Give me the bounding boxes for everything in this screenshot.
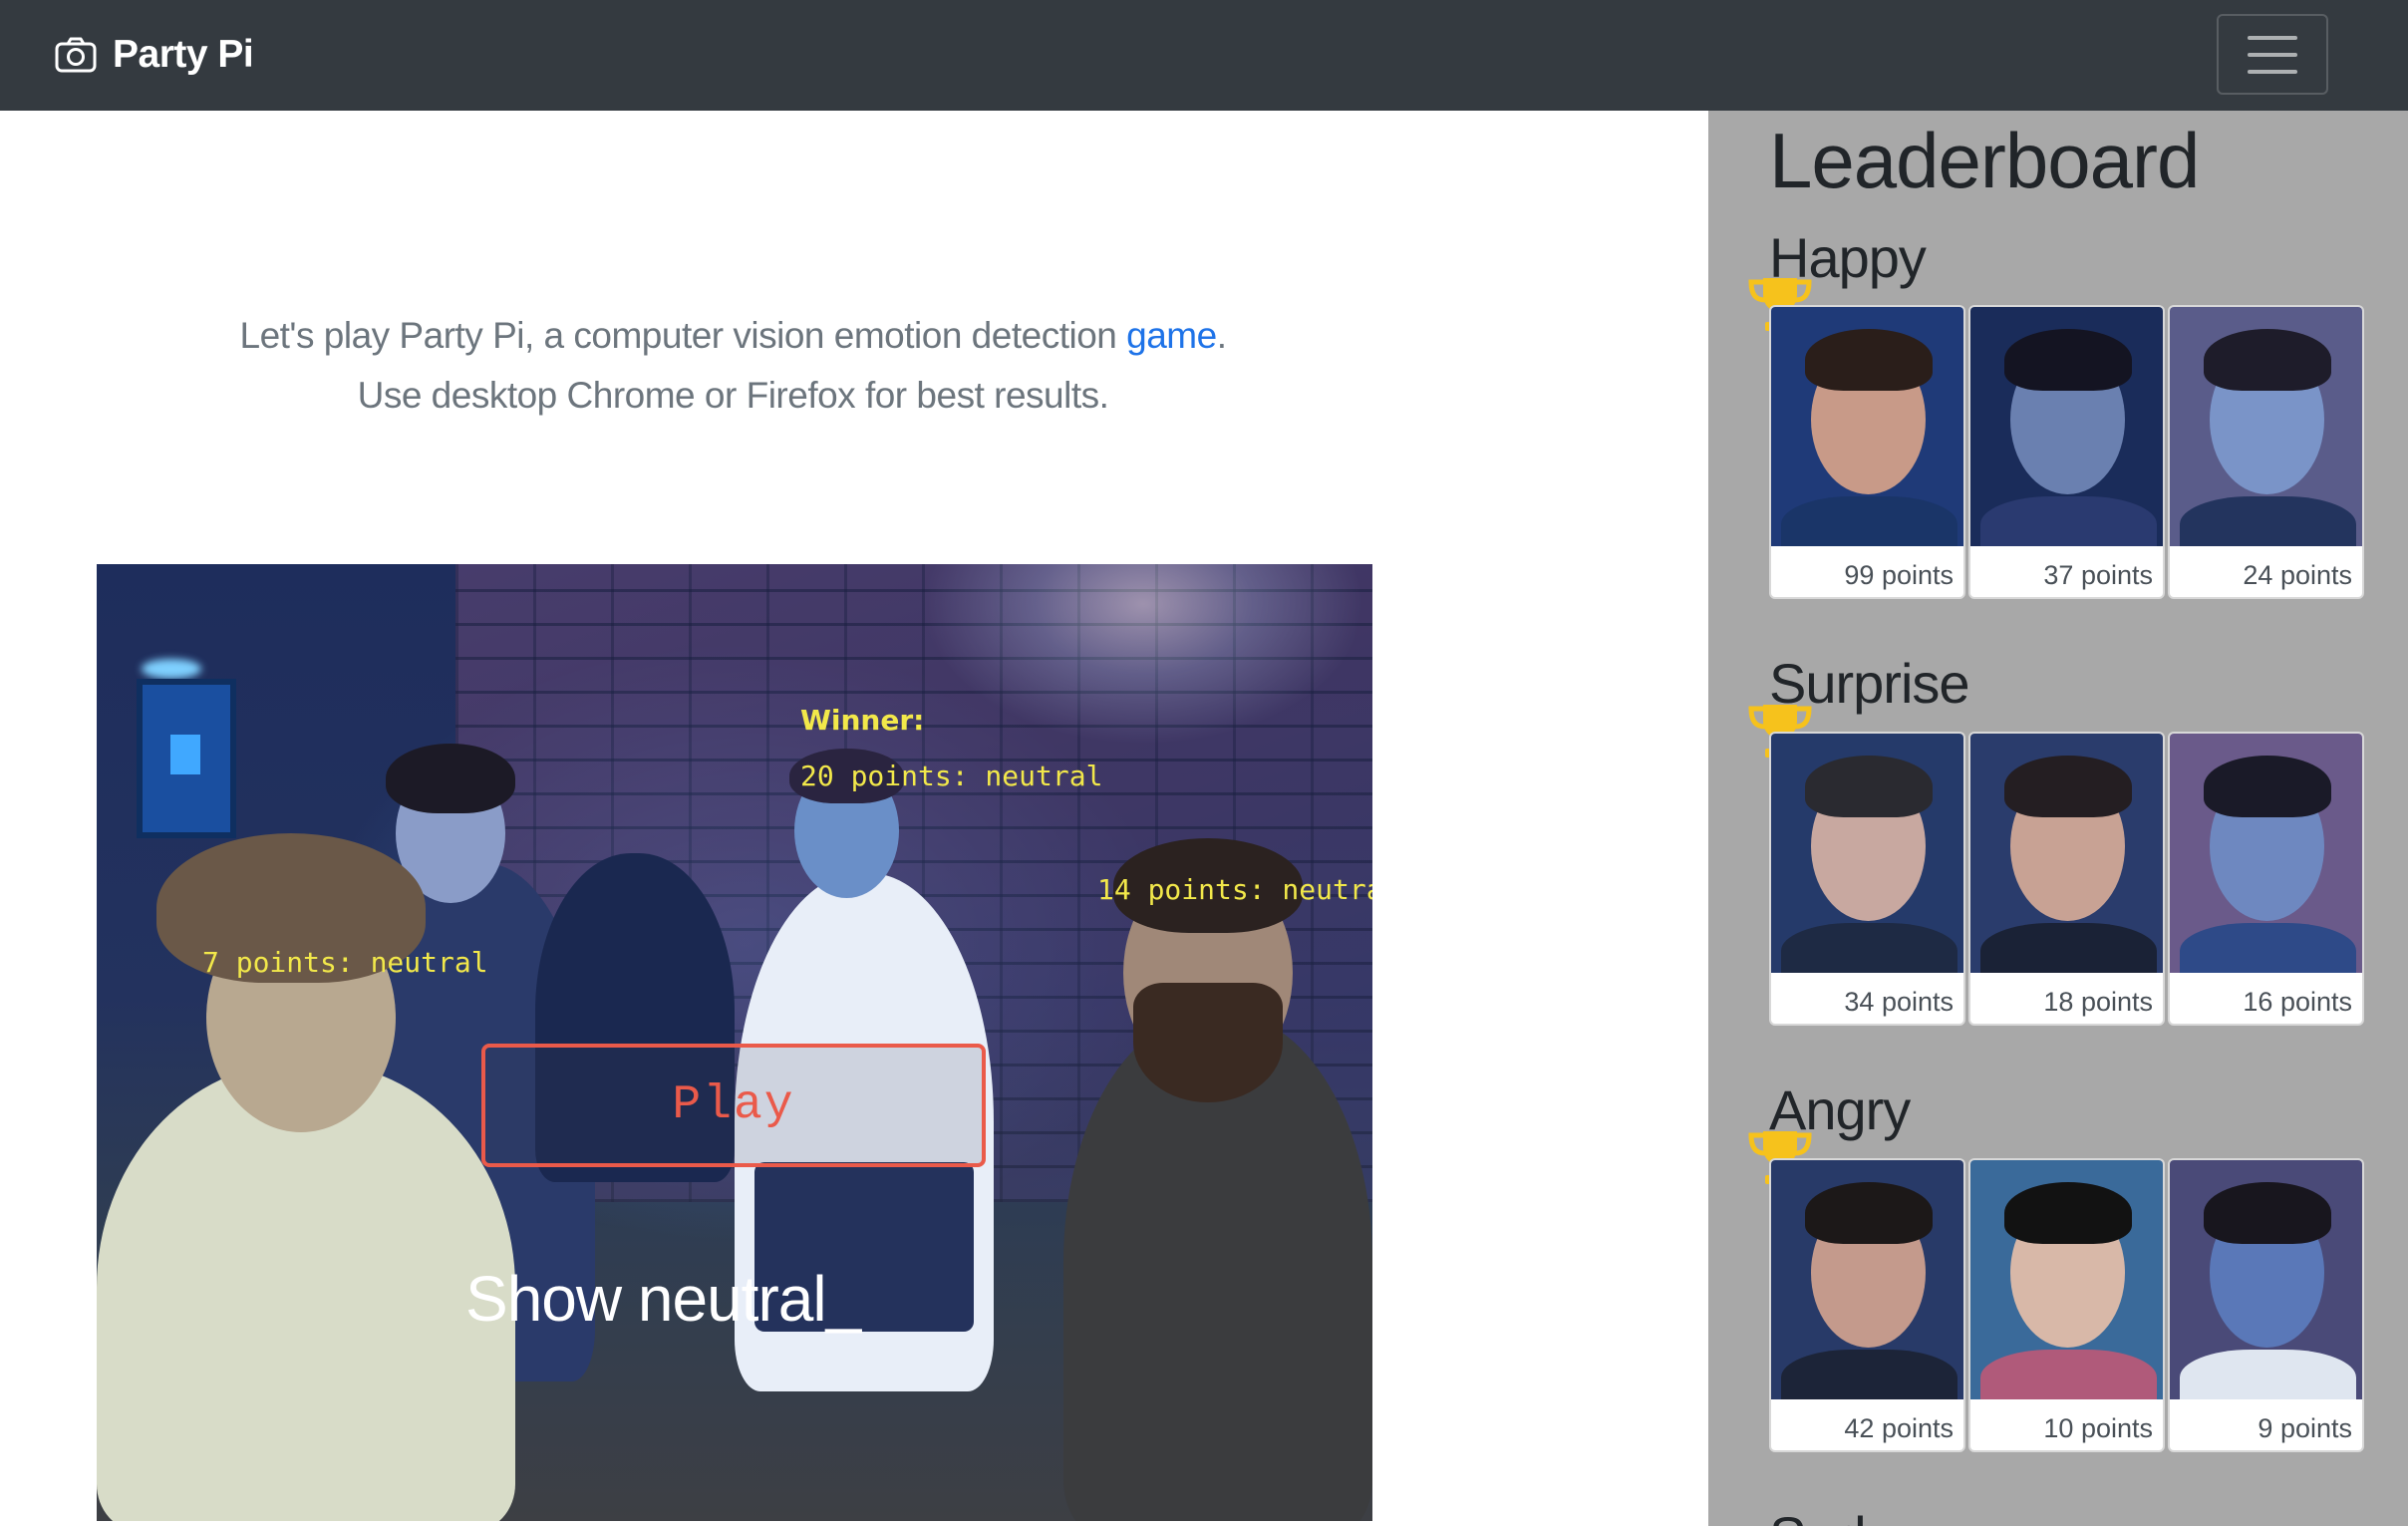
brand-link[interactable]: Party Pi	[55, 27, 254, 83]
leaderboard-card[interactable]: 42 points	[1769, 1158, 1965, 1452]
face-photo	[1771, 734, 1963, 973]
hamburger-icon	[2248, 52, 2297, 57]
leaderboard-card[interactable]: 37 points	[1968, 305, 2165, 599]
score-label-right: 14 points: neutra	[1097, 873, 1372, 906]
camera-video-feed[interactable]: Winner: 20 points: neutral 14 points: ne…	[97, 564, 1372, 1521]
shirt	[1980, 1350, 2157, 1399]
category-title-sad: Sad	[1769, 1504, 1867, 1526]
play-button[interactable]: Play	[481, 1044, 986, 1167]
leaderboard-card[interactable]: 10 points	[1968, 1158, 2165, 1452]
face-photo	[1970, 307, 2163, 546]
hair	[1805, 756, 1933, 817]
shirt	[2180, 1350, 2356, 1399]
navbar-toggler-button[interactable]	[2217, 14, 2328, 95]
hair	[2004, 329, 2132, 391]
intro-line-2: Use desktop Chrome or Firefox for best r…	[357, 375, 1109, 416]
shirt	[1980, 923, 2157, 973]
face-photo	[1970, 734, 2163, 973]
face-photo	[1771, 1160, 1963, 1399]
card-points: 99 points	[1844, 560, 1954, 590]
shirt	[1781, 496, 1957, 546]
person-hair	[386, 744, 515, 813]
winner-label: Winner:	[800, 704, 925, 737]
main-content: Let's play Party Pi, a computer vision e…	[0, 111, 1708, 1526]
card-points: 37 points	[2043, 560, 2153, 590]
shirt	[1781, 923, 1957, 973]
hair	[2204, 756, 2331, 817]
score-label-winner: 20 points: neutral	[800, 760, 1103, 792]
card-points: 34 points	[1844, 987, 1954, 1017]
brand-name: Party Pi	[113, 33, 254, 76]
hair	[2004, 1182, 2132, 1244]
arcade-screen	[137, 679, 236, 838]
face-photo	[2170, 1160, 2362, 1399]
hair	[2004, 756, 2132, 817]
shirt	[2180, 496, 2356, 546]
face-photo	[2170, 307, 2362, 546]
score-label-left: 7 points: neutral	[202, 946, 488, 979]
shirt	[2180, 923, 2356, 973]
intro-suffix: .	[1216, 315, 1227, 356]
card-points: 16 points	[2243, 987, 2352, 1017]
leaderboard-card[interactable]: 9 points	[2168, 1158, 2364, 1452]
card-points: 18 points	[2043, 987, 2153, 1017]
face-photo	[1970, 1160, 2163, 1399]
card-points: 10 points	[2043, 1413, 2153, 1443]
game-link[interactable]: game	[1126, 315, 1217, 356]
hamburger-icon	[2248, 35, 2297, 40]
emotion-prompt: Show neutral_	[465, 1263, 861, 1335]
shirt	[1781, 1350, 1957, 1399]
shirt	[1980, 496, 2157, 546]
face-photo	[1771, 307, 1963, 546]
hair	[1805, 329, 1933, 391]
card-points: 9 points	[2258, 1413, 2352, 1443]
camera-icon	[55, 37, 97, 73]
hamburger-icon	[2248, 69, 2297, 74]
hair	[1805, 1182, 1933, 1244]
face-photo	[2170, 734, 2362, 973]
person-beard	[1133, 983, 1283, 1102]
leaderboard-sidebar: Leaderboard Happy 99 points 37 points 24…	[1708, 111, 2408, 1526]
card-points: 24 points	[2243, 560, 2352, 590]
leaderboard-title: Leaderboard	[1769, 117, 2200, 204]
leaderboard-card[interactable]: 34 points	[1769, 732, 1965, 1026]
ceiling-light	[142, 659, 201, 679]
leaderboard-card[interactable]: 99 points	[1769, 305, 1965, 599]
leaderboard-card[interactable]: 24 points	[2168, 305, 2364, 599]
leaderboard-card[interactable]: 18 points	[1968, 732, 2165, 1026]
intro-line-1: Let's play Party Pi, a computer vision e…	[0, 306, 1466, 366]
play-button-label: Play	[672, 1078, 795, 1132]
hair	[2204, 1182, 2331, 1244]
card-points: 42 points	[1844, 1413, 1954, 1443]
hair	[2204, 329, 2331, 391]
intro-prefix: Let's play Party Pi, a computer vision e…	[239, 315, 1127, 356]
intro-text: Let's play Party Pi, a computer vision e…	[0, 306, 1466, 426]
leaderboard-card[interactable]: 16 points	[2168, 732, 2364, 1026]
navbar: Party Pi	[0, 0, 2408, 111]
